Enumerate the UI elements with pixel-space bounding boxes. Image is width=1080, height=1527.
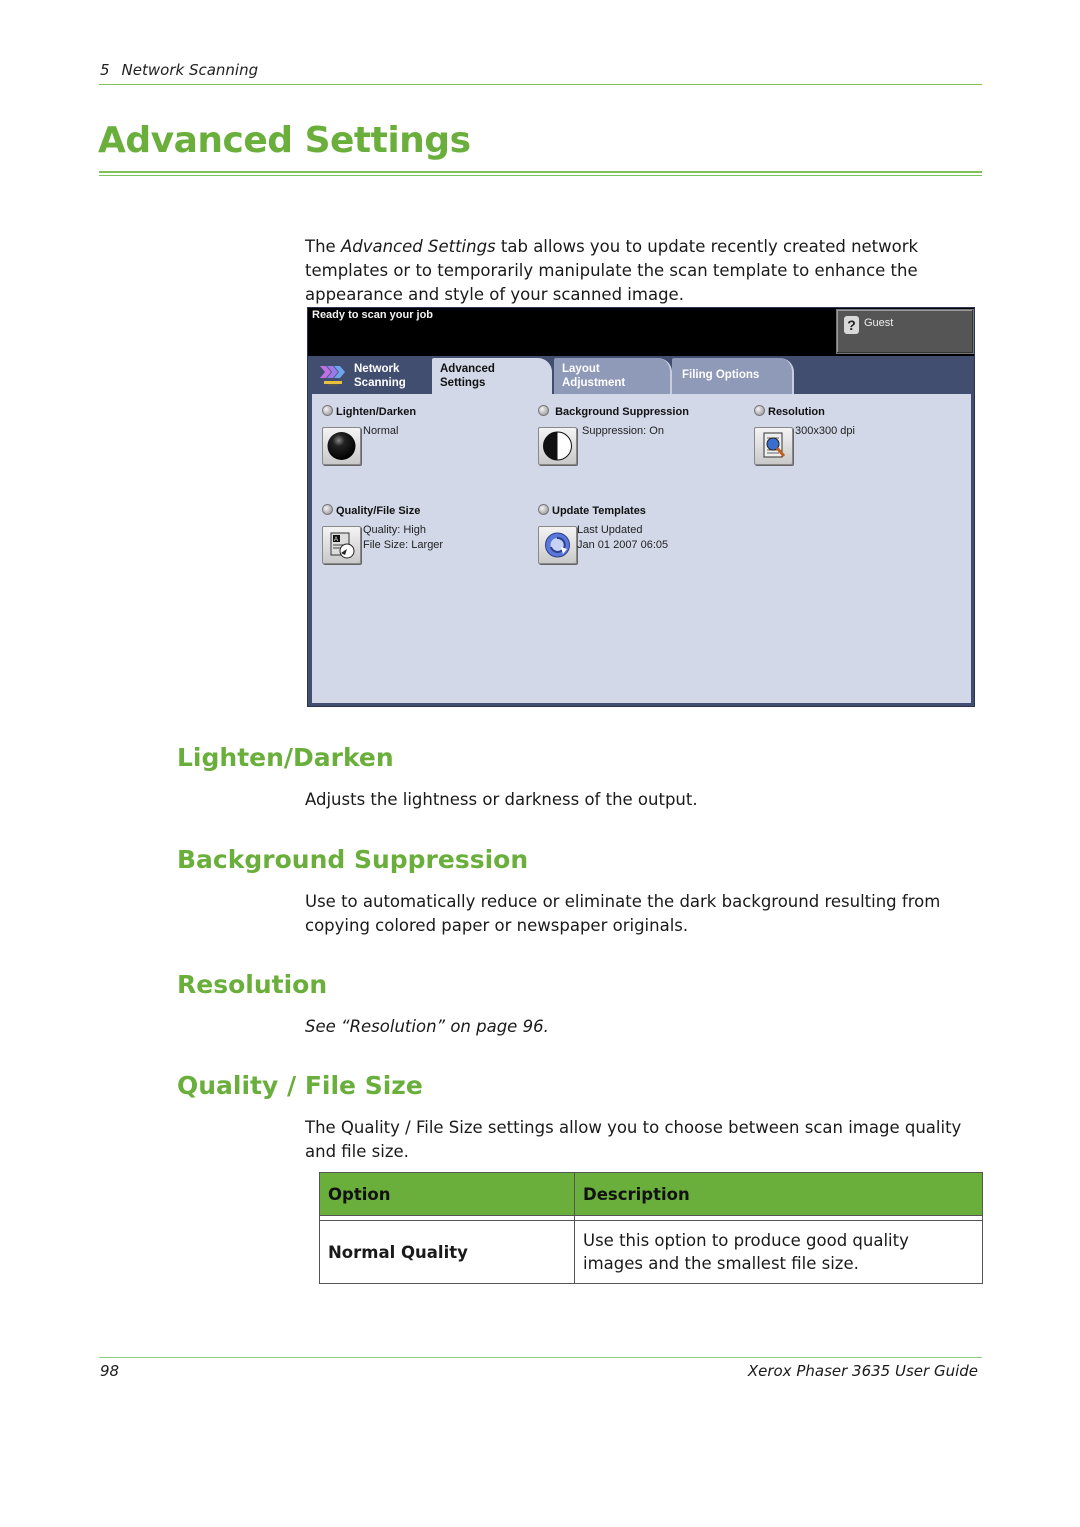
- intro-paragraph: The Advanced Settings tab allows you to …: [305, 235, 965, 307]
- tab-advanced-line1: Advanced: [440, 363, 495, 375]
- guest-button[interactable]: ? Guest: [836, 309, 974, 354]
- tab-layout-line2: Adjustment: [562, 377, 626, 389]
- background-suppression-icon: [543, 431, 572, 461]
- tab-layout-line1: Layout: [562, 363, 600, 375]
- advanced-settings-panel: Lighten/Darken Normal Background Suppres…: [312, 394, 971, 703]
- column-header-description: Description: [574, 1172, 983, 1216]
- feature-label: Lighten/Darken: [336, 406, 417, 418]
- radio-indicator: [322, 504, 333, 515]
- tab-filing-options[interactable]: Filing Options: [672, 358, 794, 394]
- feature-value: Normal: [363, 425, 399, 437]
- section-heading-background-suppression: Background Suppression: [177, 845, 529, 874]
- tab-advanced-line2: Settings: [440, 377, 486, 389]
- network-scanning-icon: [320, 366, 345, 386]
- resolution-cross-reference-link[interactable]: See “Resolution” on page 96.: [305, 1015, 975, 1039]
- title-rule-thin: [99, 175, 982, 176]
- tab-advanced-settings[interactable]: Advanced Settings: [432, 358, 552, 394]
- svg-text:A: A: [334, 537, 338, 543]
- feature-label: Update Templates: [552, 505, 646, 517]
- section-body-background-suppression: Use to automatically reduce or eliminate…: [305, 892, 941, 935]
- feature-value-line1: Quality: High: [363, 524, 426, 536]
- feature-value-line1: Last Updated: [577, 524, 643, 536]
- feature-value: Suppression: On: [582, 425, 664, 437]
- resolution-button[interactable]: [754, 427, 793, 465]
- page-number: 98: [100, 1362, 120, 1380]
- section-heading-lighten-darken: Lighten/Darken: [177, 743, 394, 772]
- lighten-darken-button[interactable]: [322, 427, 361, 465]
- guest-label: Guest: [864, 317, 894, 329]
- chapter-title: Network Scanning: [121, 61, 259, 79]
- feature-value-line2: Jan 01 2007 06:05: [577, 539, 669, 551]
- radio-indicator: [322, 405, 333, 416]
- guide-title: Xerox Phaser 3635 User Guide: [747, 1362, 978, 1380]
- quality-file-size-button[interactable]: A: [322, 526, 361, 564]
- feature-value-line2: File Size: Larger: [363, 539, 444, 551]
- page-title: Advanced Settings: [98, 120, 471, 161]
- quality-options-table: Option Description Normal Quality Use th…: [319, 1172, 983, 1284]
- description-cell: Use this option to produce good quality …: [574, 1220, 983, 1284]
- radio-indicator: [754, 405, 765, 416]
- chapter-number: 5: [100, 61, 110, 79]
- column-header-option: Option: [319, 1172, 575, 1216]
- device-screen: Ready to scan your job ? Guest Network S…: [307, 307, 975, 707]
- title-rule: [99, 171, 982, 173]
- help-icon: ?: [844, 316, 859, 334]
- tab-network-scanning[interactable]: Network Scanning: [312, 358, 430, 394]
- lighten-darken-icon: [327, 432, 356, 460]
- section-body-lighten-darken: Adjusts the lightness or darkness of the…: [305, 790, 698, 809]
- table-row: Normal Quality Use this option to produc…: [319, 1220, 983, 1284]
- background-suppression-button[interactable]: [538, 427, 577, 465]
- tab-layout-adjustment[interactable]: Layout Adjustment: [554, 358, 672, 394]
- feature-label: Resolution: [768, 406, 825, 418]
- update-templates-button[interactable]: [538, 526, 577, 564]
- status-bar: Ready to scan your job ? Guest: [308, 308, 974, 356]
- intro-emphasis: Advanced Settings: [340, 237, 496, 256]
- feature-value: Last Updated Jan 01 2007 06:05: [577, 523, 668, 553]
- intro-text: The: [305, 237, 341, 256]
- feature-value: Quality: High File Size: Larger: [363, 523, 443, 553]
- radio-indicator: [538, 405, 549, 416]
- section-body-quality-file-size: The Quality / File Size settings allow y…: [305, 1118, 962, 1161]
- option-cell: Normal Quality: [319, 1220, 575, 1284]
- section-heading-resolution: Resolution: [177, 970, 328, 999]
- feature-label: Background Suppression: [555, 406, 689, 418]
- tab-filing-label: Filing Options: [682, 369, 760, 381]
- tab-network-line2: Scanning: [354, 377, 406, 389]
- footer-rule: [99, 1357, 982, 1358]
- tab-bar: Network Scanning Advanced Settings Layou…: [308, 356, 974, 394]
- update-templates-icon: [545, 532, 570, 558]
- chapter-header: 5 Network Scanning: [100, 61, 258, 79]
- feature-value: 300x300 dpi: [795, 425, 855, 437]
- feature-label: Quality/File Size: [336, 505, 421, 517]
- section-heading-quality-file-size: Quality / File Size: [177, 1071, 423, 1100]
- radio-indicator: [538, 504, 549, 515]
- table-header-row: Option Description: [319, 1172, 983, 1216]
- quality-file-size-icon: A: [330, 532, 355, 559]
- status-message: Ready to scan your job: [312, 309, 434, 321]
- resolution-icon: [763, 432, 786, 458]
- header-rule: [99, 84, 982, 85]
- tab-network-line1: Network: [354, 363, 400, 375]
